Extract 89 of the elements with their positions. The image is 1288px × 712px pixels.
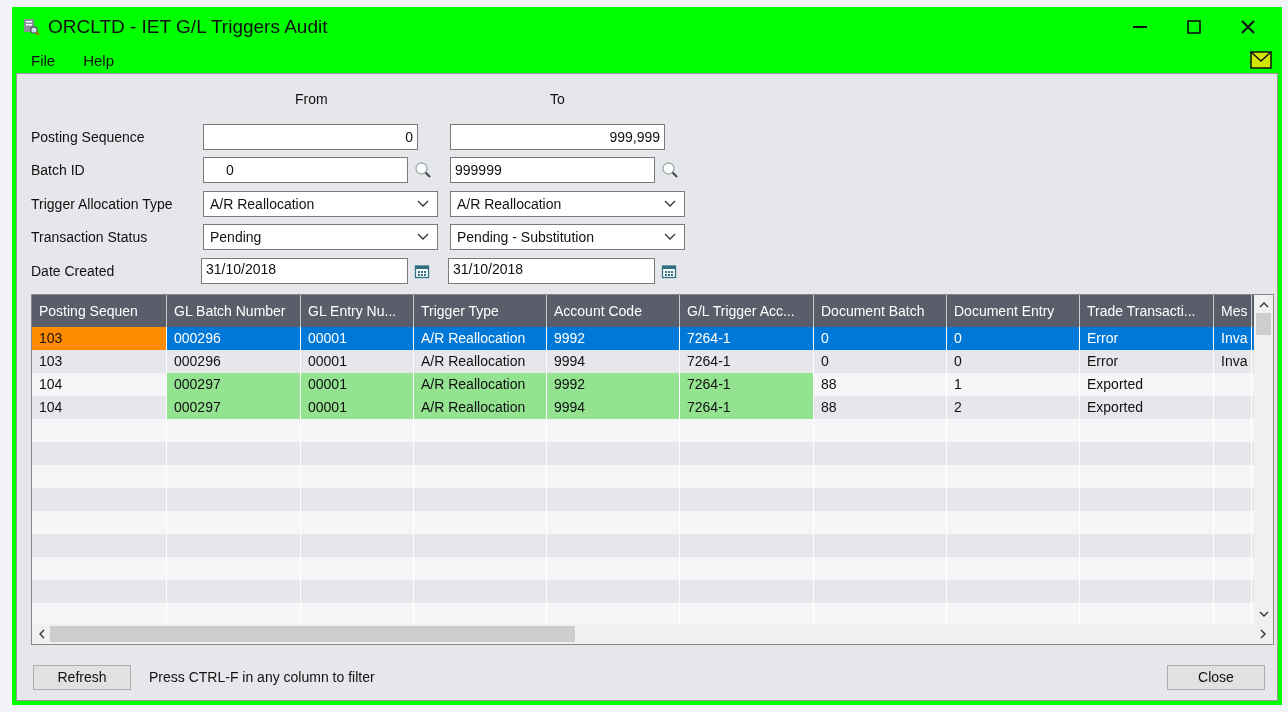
table-cell: 0 <box>814 326 947 350</box>
table-cell: Inva <box>1214 326 1252 350</box>
filter-hint: Press CTRL-F in any column to filter <box>149 669 375 685</box>
column-header[interactable]: Trigger Type <box>414 294 547 327</box>
table-cell: 00001 <box>301 395 414 419</box>
table-cell: 000296 <box>167 349 301 373</box>
table-cell: 00001 <box>301 349 414 373</box>
table-cell: Error <box>1080 326 1214 350</box>
table-cell: 9992 <box>547 372 680 396</box>
table-cell: A/R Reallocation <box>414 372 547 396</box>
column-header[interactable]: G/L Trigger Acc... <box>680 294 814 327</box>
table-cell: 7264-1 <box>680 326 814 350</box>
chevron-down-icon <box>417 233 429 242</box>
batch-field[interactable]: 0 <box>203 157 408 184</box>
date-field[interactable]: 31/10/2018 <box>448 257 655 284</box>
number-field[interactable]: 0 <box>203 123 418 150</box>
table-cell: 0 <box>947 326 1080 350</box>
table-cell: 9994 <box>547 395 680 419</box>
table-cell: 103 <box>32 326 167 350</box>
table-cell: 103 <box>32 349 167 373</box>
close-icon[interactable] <box>1240 19 1256 35</box>
column-header[interactable]: Trade Transacti... <box>1080 294 1214 327</box>
dropdown[interactable]: Pending - Substitution <box>450 224 685 251</box>
table-cell: 000296 <box>167 326 301 350</box>
refresh-button[interactable]: Refresh <box>33 664 131 690</box>
menu-item[interactable]: Help <box>83 51 115 69</box>
table-cell: 7264-1 <box>680 372 814 396</box>
table-cell: 2 <box>947 395 1080 419</box>
dropdown[interactable]: Pending <box>203 224 438 251</box>
mail-icon[interactable] <box>1250 51 1272 69</box>
column-header[interactable]: GL Batch Number <box>167 294 301 327</box>
batch-field[interactable]: 999999 <box>450 157 655 184</box>
to-label: To <box>550 91 565 107</box>
field-label: Batch ID <box>31 162 86 179</box>
table-cell: 00001 <box>301 326 414 350</box>
number-field[interactable]: 999,999 <box>450 123 665 150</box>
scroll-up-icon[interactable] <box>1258 300 1269 309</box>
table-cell: Exported <box>1080 372 1214 396</box>
table-cell: 9994 <box>547 349 680 373</box>
column-header[interactable]: Posting Sequen <box>32 294 167 327</box>
window-title: ORCLTD - IET G/L Triggers Audit <box>48 16 328 38</box>
field-label: Posting Sequence <box>31 128 146 145</box>
table-cell: 00001 <box>301 372 414 396</box>
dropdown[interactable]: A/R Reallocation <box>203 190 438 217</box>
from-label: From <box>295 91 328 107</box>
search-icon[interactable] <box>414 161 432 180</box>
table-cell: 0 <box>947 349 1080 373</box>
calendar-icon[interactable] <box>661 262 677 279</box>
column-header[interactable]: Mes <box>1214 294 1252 327</box>
search-icon[interactable] <box>661 161 679 180</box>
field-label: Trigger Allocation Type <box>31 195 174 212</box>
table-cell: 000297 <box>167 395 301 419</box>
vertical-scrollbar[interactable] <box>1254 294 1273 624</box>
table-cell: 1 <box>947 372 1080 396</box>
maximize-icon[interactable] <box>1186 19 1202 35</box>
table-cell: 0 <box>814 349 947 373</box>
chevron-down-icon <box>417 199 429 208</box>
column-header[interactable]: Document Entry <box>947 294 1080 327</box>
table-cell: A/R Reallocation <box>414 326 547 350</box>
column-header[interactable]: GL Entry Nu... <box>301 294 414 327</box>
table-cell: A/R Reallocation <box>414 395 547 419</box>
dropdown[interactable]: A/R Reallocation <box>450 190 685 217</box>
column-header[interactable]: Document Batch <box>814 294 947 327</box>
chevron-down-icon <box>664 233 676 242</box>
scroll-thumb[interactable] <box>1256 312 1271 335</box>
table-cell: 7264-1 <box>680 349 814 373</box>
table-cell: 88 <box>814 372 947 396</box>
scroll-thumb[interactable] <box>50 625 575 642</box>
calendar-icon[interactable] <box>414 262 430 279</box>
column-header[interactable]: Account Code <box>547 294 680 327</box>
table-cell: 88 <box>814 395 947 419</box>
date-field[interactable]: 31/10/2018 <box>201 257 408 284</box>
scroll-right-icon[interactable] <box>1259 628 1267 639</box>
scroll-down-icon[interactable] <box>1258 609 1269 618</box>
app-icon <box>22 18 40 36</box>
menu-item[interactable]: File <box>31 51 56 69</box>
close-button[interactable]: Close <box>1167 664 1265 690</box>
field-label: Date Created <box>31 262 116 279</box>
table-cell: 7264-1 <box>680 395 814 419</box>
table-cell: Error <box>1080 349 1214 373</box>
table-cell: Inva <box>1214 349 1252 373</box>
field-label: Transaction Status <box>31 229 149 246</box>
scroll-left-icon[interactable] <box>38 628 46 639</box>
table-cell: 9992 <box>547 326 680 350</box>
chevron-down-icon <box>664 199 676 208</box>
table-cell: Exported <box>1080 395 1214 419</box>
table-cell: 000297 <box>167 372 301 396</box>
table-cell: A/R Reallocation <box>414 349 547 373</box>
horizontal-scrollbar[interactable] <box>32 623 1273 644</box>
